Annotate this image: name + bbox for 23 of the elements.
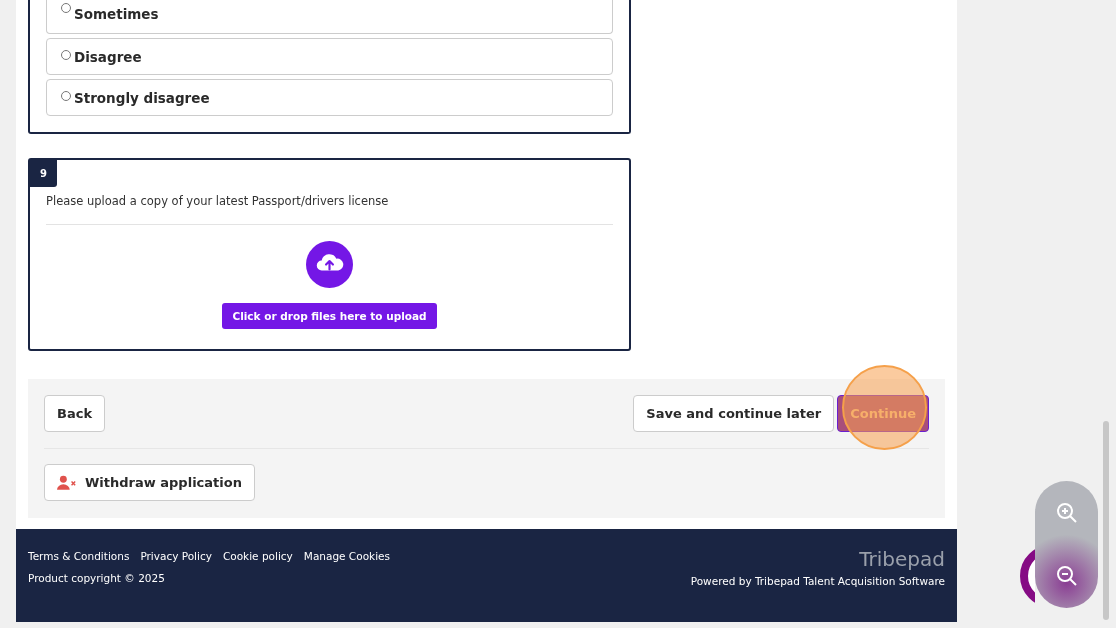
copyright-text: Product copyright © 2025 [28, 572, 166, 584]
withdraw-button[interactable]: Withdraw application [44, 464, 255, 501]
footer-link[interactable]: Cookie policy [222, 550, 293, 562]
powered-by-text: Powered by Tribepad Talent Acquisition Software [690, 575, 945, 587]
option-label: Disagree [74, 48, 142, 65]
zoom-in-icon[interactable] [1054, 500, 1079, 525]
back-button[interactable]: Back [44, 395, 106, 432]
footer-link[interactable]: Privacy Policy [140, 550, 212, 562]
footer-link[interactable]: Manage Cookies [303, 550, 390, 562]
answer-option[interactable]: Strongly disagree [46, 79, 613, 116]
answer-option[interactable]: Sometimes [46, 0, 613, 34]
option-label: Sometimes [74, 5, 159, 22]
option-label: Strongly disagree [74, 89, 210, 106]
brand-logo: Tribepad [859, 547, 945, 571]
answer-option[interactable]: Disagree [46, 38, 613, 75]
scrollbar[interactable] [1103, 421, 1109, 620]
footer-link[interactable]: Terms & Conditions [28, 550, 130, 562]
question-text: Please upload a copy of your latest Passport/drivers license [46, 194, 613, 225]
user-remove-icon [57, 475, 77, 490]
upload-cloud-icon[interactable] [306, 241, 353, 288]
save-later-button[interactable]: Save and continue later [633, 395, 835, 432]
question-number: 9 [30, 160, 57, 187]
upload-button[interactable]: Click or drop files here to upload [222, 303, 437, 329]
